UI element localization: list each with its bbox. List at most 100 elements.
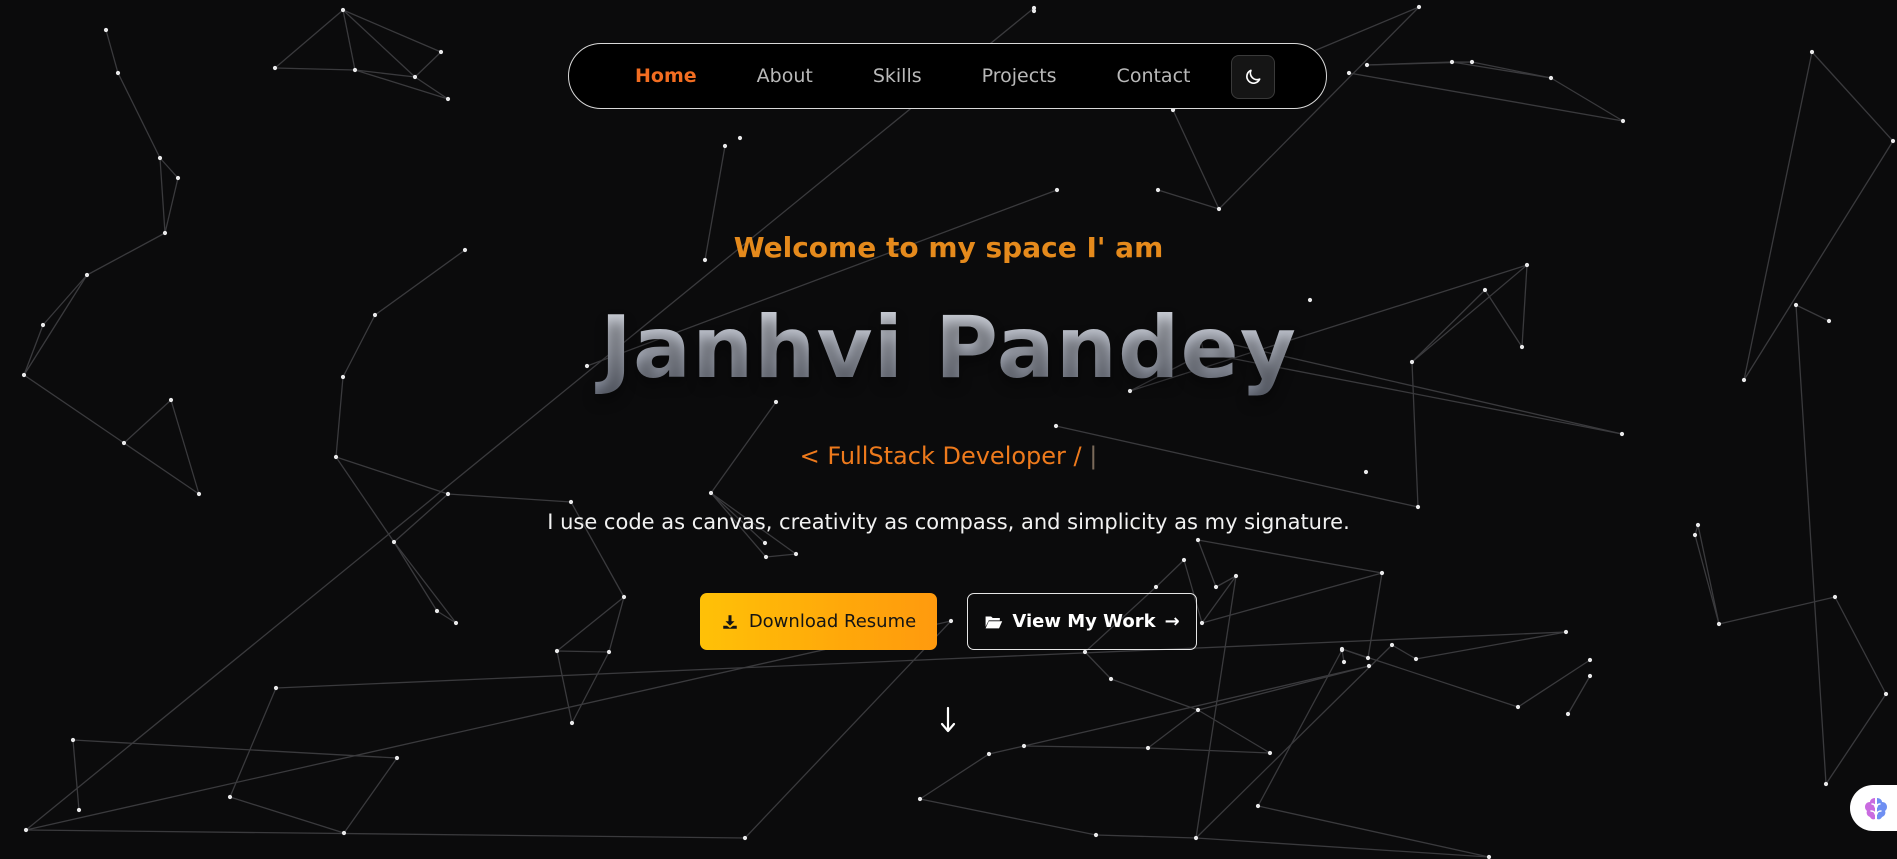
particle-dot <box>708 490 714 496</box>
particle-dot <box>1449 59 1455 65</box>
particle-dot <box>1587 673 1593 679</box>
particle-link <box>229 687 277 798</box>
particle-dot <box>762 540 768 546</box>
particle-dot <box>986 751 992 757</box>
particle-dot <box>352 67 358 73</box>
particle-dot <box>341 830 347 836</box>
welcome-heading: Welcome to my space I' am <box>733 231 1164 264</box>
particle-link <box>1201 575 1237 624</box>
particle-link <box>988 745 1025 755</box>
particle-dot <box>1883 691 1889 697</box>
particle-link <box>1834 596 1887 695</box>
particle-link <box>1257 649 1343 807</box>
particle-dot <box>1416 4 1422 10</box>
scroll-down-button[interactable] <box>935 702 961 738</box>
particle-link <box>393 541 438 612</box>
particle-dot <box>569 720 575 726</box>
particle-link <box>159 157 179 179</box>
particle-link <box>1195 644 1393 839</box>
particle-link <box>1718 596 1836 625</box>
particle-dot <box>1021 743 1027 749</box>
nav-link-skills[interactable]: Skills <box>873 65 922 87</box>
role-typewriter: < FullStack Developer / | <box>0 442 1897 470</box>
particle-dot <box>1365 655 1371 661</box>
navbar: Home About Skills Projects Contact <box>568 43 1327 109</box>
particle-link <box>274 67 356 71</box>
particle-dot <box>394 755 400 761</box>
nav-link-about[interactable]: About <box>757 65 813 87</box>
typing-cursor: | <box>1089 442 1098 470</box>
particle-dot <box>1823 781 1829 787</box>
particle-dot <box>445 491 451 497</box>
particle-dot <box>1366 663 1372 669</box>
particle-dot <box>1515 704 1521 710</box>
assistant-widget-button[interactable] <box>1850 785 1897 831</box>
moon-icon <box>1246 69 1261 84</box>
particle-link <box>1023 665 1370 747</box>
particle-dot <box>742 835 748 841</box>
nav-link-contact[interactable]: Contact <box>1117 65 1191 87</box>
particle-link <box>919 798 1097 836</box>
particle-link <box>1415 631 1567 660</box>
particle-link <box>1215 575 1237 588</box>
particle-link <box>164 177 179 234</box>
arrow-down-icon <box>940 706 956 733</box>
arrow-right-icon: → <box>1164 611 1180 632</box>
particle-link <box>25 620 952 831</box>
name-title: Janhvi Pandey <box>0 298 1897 398</box>
particle-dot <box>773 399 779 405</box>
particle-dot <box>168 397 174 403</box>
particle-dot <box>1486 854 1492 859</box>
particle-dot <box>157 155 163 161</box>
particle-dot <box>1216 206 1222 212</box>
particle-dot <box>1364 62 1370 68</box>
brain-icon <box>1865 798 1887 820</box>
particle-dot <box>175 175 181 181</box>
particle-dot <box>434 608 440 614</box>
particle-link <box>393 541 457 624</box>
nav-links: Home About Skills Projects Contact <box>635 65 1190 87</box>
particle-link <box>1023 745 1149 749</box>
particle-dot <box>1267 750 1273 756</box>
download-resume-label: Download Resume <box>748 611 917 632</box>
particle-dot <box>621 594 627 600</box>
particle-dot <box>1469 59 1475 65</box>
particle-dot <box>1031 5 1037 11</box>
particle-link <box>1341 648 1369 659</box>
particle-link <box>1095 834 1197 839</box>
particle-link <box>123 399 172 444</box>
download-resume-button[interactable]: Download Resume <box>700 593 937 650</box>
particle-dot <box>445 96 451 102</box>
nav-link-projects[interactable]: Projects <box>982 65 1057 87</box>
particle-link <box>72 739 80 811</box>
particle-dot <box>793 551 799 557</box>
particle-dot <box>412 74 418 80</box>
particle-link <box>105 29 119 74</box>
particle-dot <box>1053 423 1059 429</box>
hero-page: Home About Skills Projects Contact Welco… <box>0 0 1897 859</box>
folder-open-icon <box>985 615 1003 628</box>
particle-link <box>1367 572 1383 659</box>
theme-toggle-button[interactable] <box>1231 55 1275 99</box>
view-my-work-button[interactable]: View My Work → <box>967 593 1197 650</box>
particle-dot <box>438 49 444 55</box>
particle-link <box>229 796 345 834</box>
particle-link <box>25 829 746 839</box>
nav-link-home[interactable]: Home <box>635 65 697 87</box>
particle-dot <box>1620 118 1626 124</box>
particle-dot <box>227 794 233 800</box>
particle-dot <box>737 135 743 141</box>
particle-dot <box>1415 504 1421 510</box>
particle-dot <box>23 827 29 833</box>
particle-link <box>1451 61 1552 79</box>
particle-link <box>342 9 442 53</box>
particle-link <box>571 651 610 724</box>
particle-dot <box>272 65 278 71</box>
particle-link <box>1197 709 1271 754</box>
particle-link <box>1110 678 1199 711</box>
particle-dot <box>1233 573 1239 579</box>
particle-dot <box>1082 649 1088 655</box>
particle-link <box>556 650 610 653</box>
tagline: I use code as canvas, creativity as comp… <box>547 510 1350 534</box>
particle-dot <box>1108 676 1114 682</box>
